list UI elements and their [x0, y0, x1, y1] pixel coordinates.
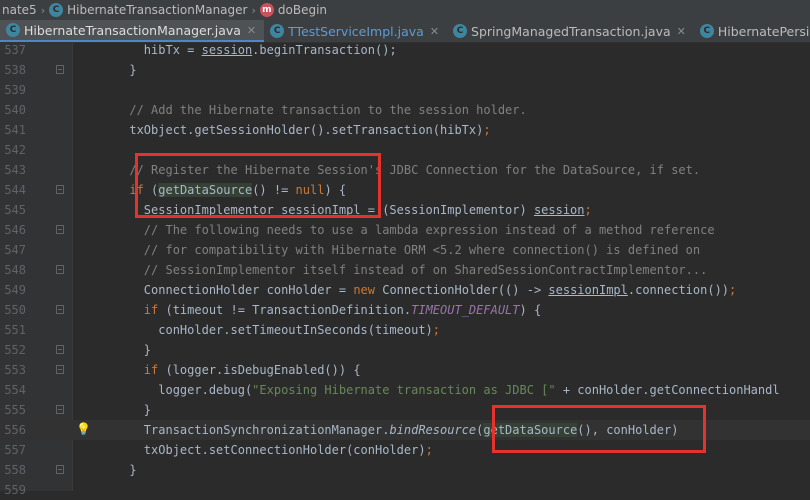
tab-label: HibernatePersister.cl	[717, 23, 810, 39]
fold-icon[interactable]	[56, 65, 64, 74]
code-text: txObject.getSessionHolder().setTransacti…	[86, 123, 491, 137]
lightbulb-icon[interactable]: 💡	[76, 423, 91, 436]
tab-ttest-service-impl[interactable]: C TTestServiceImpl.java ✕	[264, 20, 447, 42]
chevron-right-icon: ›	[40, 3, 46, 17]
breadcrumb-item-package[interactable]: nate5	[2, 3, 37, 17]
code-line[interactable]: 539	[0, 80, 810, 100]
line-number: 552	[4, 343, 26, 357]
line-number: 538	[4, 63, 26, 77]
line-number: 549	[4, 283, 26, 297]
tab-hibernate-persister[interactable]: C HibernatePersister.cl	[694, 20, 810, 42]
code-line[interactable]: 559	[0, 480, 810, 500]
breadcrumb-item-label: doBegin	[277, 3, 328, 17]
code-line[interactable]: 546 // The following needs to use a lamb…	[0, 220, 810, 240]
code-line[interactable]: 540 // Add the Hibernate transaction to …	[0, 100, 810, 120]
close-icon[interactable]: ✕	[430, 25, 439, 38]
line-number: 558	[4, 463, 26, 477]
code-text: conHolder.setTimeoutInSeconds(timeout);	[86, 323, 441, 337]
line-number: 540	[4, 103, 26, 117]
breadcrumb-item-label: HibernateTransactionManager	[67, 3, 248, 17]
fold-icon[interactable]	[56, 305, 64, 314]
line-number: 543	[4, 163, 26, 177]
code-text: // The following needs to use a lambda e…	[143, 223, 715, 237]
line-number: 550	[4, 303, 26, 317]
line-number: 537	[4, 43, 26, 57]
code-line[interactable]: 547 // for compatibility with Hibernate …	[0, 240, 810, 260]
line-number: 541	[4, 123, 26, 137]
code-line[interactable]: 545 SessionImplementor sessionImpl = (Se…	[0, 200, 810, 220]
line-number: 555	[4, 403, 26, 417]
code-text: // Add the Hibernate transaction to the …	[129, 103, 527, 117]
line-number: 546	[4, 223, 26, 237]
code-editor[interactable]: 537 hibTx = session.beginTransaction(); …	[0, 40, 810, 497]
code-line[interactable]: 549 ConnectionHolder conHolder = new Con…	[0, 280, 810, 300]
code-text: ConnectionHolder conHolder = new Connect…	[86, 283, 737, 297]
code-text: logger.debug("Exposing Hibernate transac…	[86, 383, 780, 397]
fold-icon[interactable]	[56, 345, 64, 354]
close-icon[interactable]: ✕	[247, 24, 256, 37]
code-text: }	[86, 63, 137, 77]
line-number: 545	[4, 203, 26, 217]
breadcrumb: nate5 › C HibernateTransactionManager › …	[0, 0, 810, 20]
code-line[interactable]: 551 conHolder.setTimeoutInSeconds(timeou…	[0, 320, 810, 340]
code-line[interactable]: 537 hibTx = session.beginTransaction();	[0, 40, 810, 60]
code-line[interactable]: 550 if (timeout != TransactionDefinition…	[0, 300, 810, 320]
line-number: 539	[4, 83, 26, 97]
annotation-box	[492, 405, 706, 453]
class-icon: C	[270, 24, 285, 38]
code-line[interactable]: 553 if (logger.isDebugEnabled()) {	[0, 360, 810, 380]
code-line[interactable]: 554 logger.debug("Exposing Hibernate tra…	[0, 380, 810, 400]
line-number: 551	[4, 323, 26, 337]
code-line[interactable]: 541 txObject.getSessionHolder().setTrans…	[0, 120, 810, 140]
close-icon[interactable]: ✕	[677, 25, 686, 38]
tab-label: HibernateTransactionManager.java	[24, 22, 241, 38]
method-icon: m	[259, 3, 274, 17]
tab-hibernate-transaction-manager[interactable]: C HibernateTransactionManager.java ✕	[0, 20, 265, 42]
tab-label: SpringManagedTransaction.java	[471, 23, 671, 39]
code-line[interactable]: 543 // Register the Hibernate Session's …	[0, 160, 810, 180]
annotation-box	[135, 153, 381, 218]
code-text: if (logger.isDebugEnabled()) {	[143, 363, 361, 377]
chevron-right-icon: ›	[251, 3, 256, 17]
class-icon: C	[49, 3, 64, 17]
class-icon: C	[6, 23, 20, 37]
code-line[interactable]: 552 }	[0, 340, 810, 360]
breadcrumb-item-method[interactable]: m doBegin	[259, 3, 328, 17]
fold-icon[interactable]	[56, 225, 64, 234]
line-number: 554	[4, 383, 26, 397]
code-text: txObject.setConnectionHolder(conHolder);	[86, 443, 433, 457]
code-text: hibTx = session.beginTransaction();	[86, 43, 397, 57]
code-line[interactable]: 538 }	[0, 60, 810, 80]
line-number: 544	[4, 183, 26, 197]
code-text: if (timeout != TransactionDefinition.TIM…	[143, 303, 542, 317]
line-number: 542	[4, 143, 26, 157]
class-icon: C	[453, 24, 468, 38]
line-number: 557	[4, 443, 26, 457]
fold-icon[interactable]	[56, 365, 64, 374]
line-number: 553	[4, 363, 26, 377]
class-icon: C	[699, 24, 714, 38]
code-text: // for compatibility with Hibernate ORM …	[143, 243, 701, 257]
code-text: }	[86, 463, 137, 477]
tab-spring-managed-transaction[interactable]: C SpringManagedTransaction.java ✕	[447, 20, 694, 42]
code-line[interactable]: 544 if (getDataSource() != null) {	[0, 180, 810, 200]
code-line[interactable]: 548 // SessionImplementor itself instead…	[0, 260, 810, 280]
code-line[interactable]: 558 }	[0, 460, 810, 480]
fold-icon[interactable]	[56, 465, 64, 474]
line-number: 547	[4, 243, 26, 257]
breadcrumb-item-class[interactable]: C HibernateTransactionManager	[49, 3, 247, 17]
line-number: 548	[4, 263, 26, 277]
line-number: 556	[4, 423, 26, 437]
code-text: // SessionImplementor itself instead of …	[143, 263, 708, 277]
fold-icon[interactable]	[56, 185, 64, 194]
breadcrumb-item-label: nate5	[2, 3, 37, 17]
code-text: }	[86, 403, 152, 417]
fold-icon[interactable]	[56, 405, 64, 414]
code-line[interactable]: 542	[0, 140, 810, 160]
tab-label: TTestServiceImpl.java	[288, 23, 424, 39]
fold-icon[interactable]	[56, 265, 64, 274]
code-text: }	[86, 343, 152, 357]
line-number: 559	[4, 483, 26, 497]
